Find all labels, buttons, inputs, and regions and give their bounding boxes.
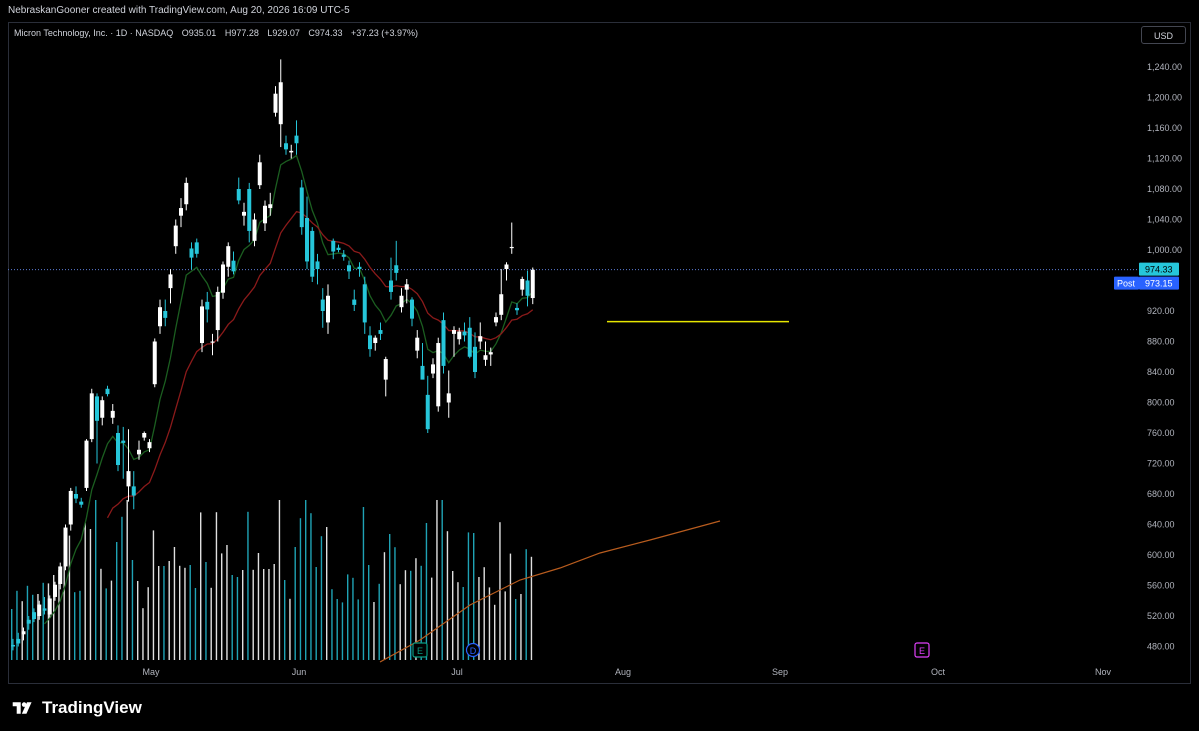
legend-close-value: 974.33 — [314, 28, 343, 38]
legend-open-value: 935.01 — [188, 28, 217, 38]
symbol-legend: Micron Technology, Inc. · 1D · NASDAQ O9… — [14, 28, 418, 38]
tradingview-brand[interactable]: TradingView — [10, 698, 142, 718]
top-bar: NebraskanGooner created with TradingView… — [0, 0, 1199, 22]
legend-change: +37.23 (+3.97%) — [350, 28, 419, 38]
chart-credit: NebraskanGooner created with TradingView… — [8, 5, 350, 16]
legend-symbol: Micron Technology, Inc. · 1D · NASDAQ — [14, 28, 174, 38]
legend-low-value: 929.07 — [272, 28, 300, 38]
brand-name: TradingView — [42, 698, 142, 717]
tradingview-logo-icon — [12, 702, 32, 714]
legend-open-label: O — [181, 28, 189, 38]
legend-high-value: 977.28 — [231, 28, 259, 38]
currency-button[interactable]: USD — [1141, 26, 1186, 44]
chart-frame[interactable] — [8, 22, 1191, 684]
